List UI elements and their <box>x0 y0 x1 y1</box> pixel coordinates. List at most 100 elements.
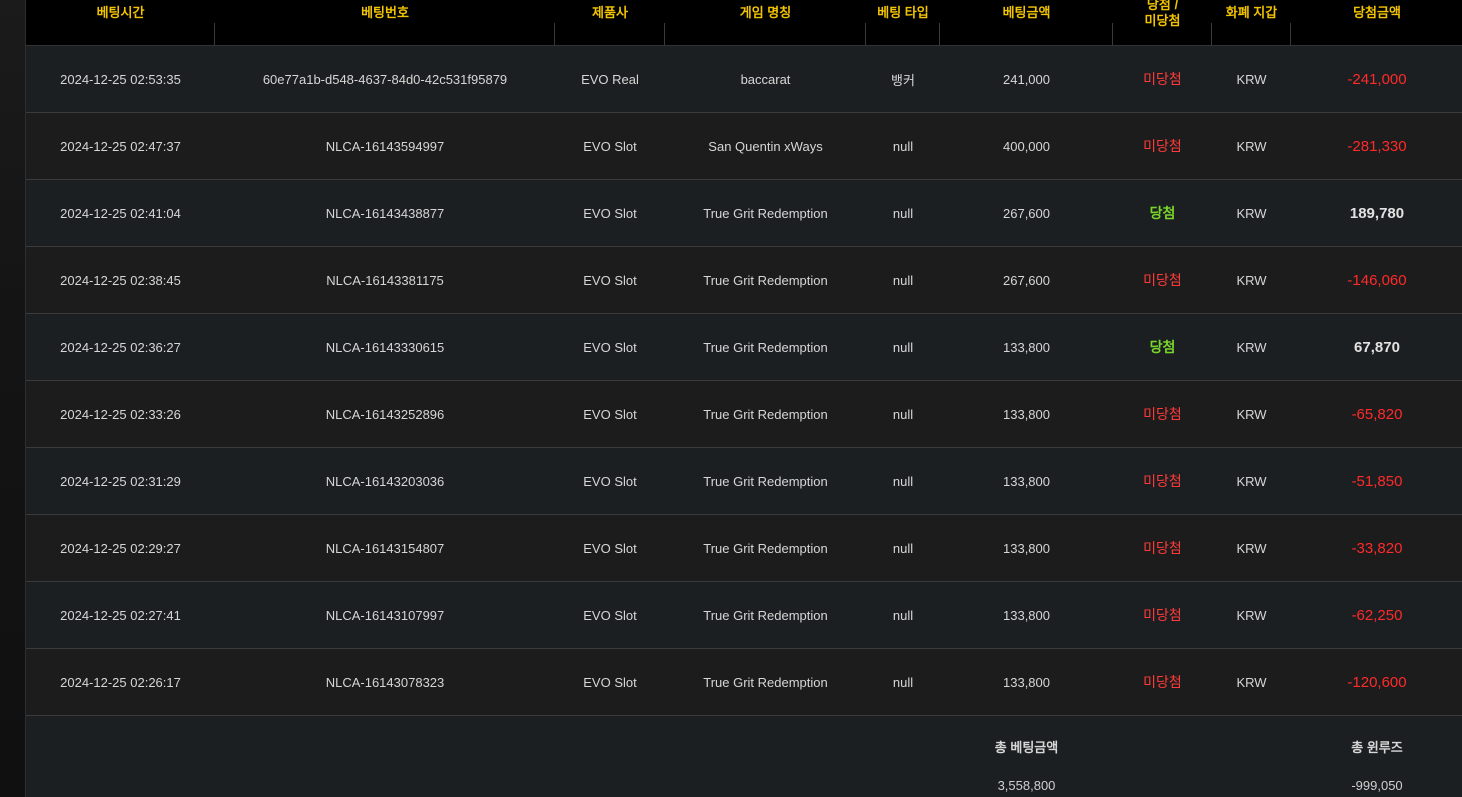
col-header-time[interactable]: 베팅시간 <box>26 0 215 46</box>
cell-bet-type-text: null <box>892 674 914 690</box>
cell-provider: EVO Slot <box>555 581 665 649</box>
cell-game-text: True Grit Redemption <box>703 339 828 355</box>
cell-bet-type: null <box>866 514 940 582</box>
cell-bet-id-text: NLCA-16143381175 <box>326 272 444 288</box>
cell-bet-type-text: null <box>892 607 914 623</box>
cell-provider-text: EVO Real <box>581 71 639 87</box>
cell-provider-text: EVO Slot <box>583 607 637 623</box>
table-row[interactable]: 2024-12-25 02:27:41 NLCA-16143107997 EVO S… <box>26 581 1462 649</box>
cell-game-text: True Grit Redemption <box>703 540 828 556</box>
col-header-result[interactable]: 당첨 / 미당첨 <box>1113 0 1212 46</box>
cell-game: True Grit Redemption <box>665 648 866 716</box>
table-row[interactable]: 2024-12-25 02:29:27 NLCA-16143154807 EVO S… <box>26 514 1462 582</box>
cell-result-text: 미당첨 <box>1143 138 1182 154</box>
table-row[interactable]: 2024-12-25 02:36:27 NLCA-16143330615 EVO S… <box>26 313 1462 381</box>
bet-history-table: 베팅시간 베팅번호 제품사 게임 명칭 베팅 타입 베팅금액 당첨 / 미당첨 … <box>26 0 1462 797</box>
cell-amount: 400,000 <box>940 112 1113 180</box>
table-row[interactable]: 2024-12-25 02:47:37 NLCA-16143594997 EVO S… <box>26 112 1462 180</box>
table-header: 베팅시간 베팅번호 제품사 게임 명칭 베팅 타입 베팅금액 당첨 / 미당첨 … <box>26 0 1462 46</box>
cell-time: 2024-12-25 02:41:04 <box>26 179 215 247</box>
cell-time: 2024-12-25 02:33:26 <box>26 380 215 448</box>
table-row[interactable]: 2024-12-25 02:38:45 NLCA-16143381175 EVO S… <box>26 246 1462 314</box>
cell-game: San Quentin xWays <box>665 112 866 180</box>
cell-currency: KRW <box>1212 179 1291 247</box>
cell-time-text: 2024-12-25 02:53:35 <box>60 71 181 87</box>
table-row[interactable]: 2024-12-25 02:53:35 60e77a1b-d548-4637-84… <box>26 45 1462 113</box>
cell-provider: EVO Slot <box>555 246 665 314</box>
cell-game-text: baccarat <box>740 71 791 87</box>
cell-time-text: 2024-12-25 02:41:04 <box>60 205 181 221</box>
cell-currency: KRW <box>1212 313 1291 381</box>
cell-time-text: 2024-12-25 02:36:27 <box>60 339 181 355</box>
cell-payout-text: -51,850 <box>1351 472 1403 490</box>
col-header-bet-id[interactable]: 베팅번호 <box>215 0 555 46</box>
cell-result: 미당첨 <box>1113 514 1212 582</box>
table-row[interactable]: 2024-12-25 02:31:29 NLCA-16143203036 EVO S… <box>26 447 1462 515</box>
cell-time-text: 2024-12-25 02:47:37 <box>60 138 181 154</box>
col-header-bet-type[interactable]: 베팅 타입 <box>866 0 940 46</box>
cell-time: 2024-12-25 02:53:35 <box>26 45 215 113</box>
cell-amount-text: 133,800 <box>1003 540 1050 556</box>
cell-time-text: 2024-12-25 02:33:26 <box>60 406 181 422</box>
cell-game-text: San Quentin xWays <box>708 138 823 154</box>
total-winloss-value: -999,050 <box>1351 778 1403 793</box>
cell-bet-type-text: null <box>892 272 914 288</box>
cell-bet-id-text: NLCA-16143330615 <box>325 339 445 355</box>
cell-payout: -146,060 <box>1291 246 1462 314</box>
cell-bet-id: 60e77a1b-d548-4637-84d0-42c531f95879 <box>215 45 555 113</box>
cell-bet-id-text: NLCA-16143154807 <box>325 540 445 556</box>
left-panel-edge <box>0 0 25 797</box>
cell-time: 2024-12-25 02:31:29 <box>26 447 215 515</box>
cell-currency: KRW <box>1212 648 1291 716</box>
col-header-payout[interactable]: 당첨금액 <box>1291 0 1462 46</box>
bet-history-panel: 베팅시간 베팅번호 제품사 게임 명칭 베팅 타입 베팅금액 당첨 / 미당첨 … <box>25 0 1462 797</box>
cell-payout-text: -241,000 <box>1347 70 1407 88</box>
cell-amount-text: 133,800 <box>1003 607 1050 623</box>
col-header-provider[interactable]: 제품사 <box>555 0 665 46</box>
cell-currency-text: KRW <box>1236 205 1267 221</box>
table-row[interactable]: 2024-12-25 02:26:17 NLCA-16143078323 EVO S… <box>26 648 1462 716</box>
cell-amount-text: 133,800 <box>1003 339 1050 355</box>
cell-result-text: 당첨 <box>1149 205 1176 221</box>
cell-currency: KRW <box>1212 514 1291 582</box>
cell-bet-type-text: 뱅커 <box>891 72 915 88</box>
cell-result: 미당첨 <box>1113 447 1212 515</box>
cell-bet-type-text: null <box>892 406 914 422</box>
cell-payout-text: -146,060 <box>1347 271 1407 289</box>
cell-amount: 133,800 <box>940 581 1113 649</box>
col-header-amount[interactable]: 베팅금액 <box>940 0 1113 46</box>
cell-provider-text: EVO Slot <box>583 406 637 422</box>
cell-time: 2024-12-25 02:38:45 <box>26 246 215 314</box>
cell-provider: EVO Slot <box>555 112 665 180</box>
cell-bet-id-text: 60e77a1b-d548-4637-84d0-42c531f95879 <box>262 71 508 87</box>
cell-bet-type: null <box>866 313 940 381</box>
cell-provider: EVO Slot <box>555 447 665 515</box>
cell-currency: KRW <box>1212 581 1291 649</box>
cell-bet-id-text: NLCA-16143252896 <box>325 406 445 422</box>
col-header-currency[interactable]: 화폐 지갑 <box>1212 0 1291 46</box>
table-row[interactable]: 2024-12-25 02:41:04 NLCA-16143438877 EVO S… <box>26 179 1462 247</box>
cell-time-text: 2024-12-25 02:31:29 <box>60 473 181 489</box>
table-row[interactable]: 2024-12-25 02:33:26 NLCA-16143252896 EVO S… <box>26 380 1462 448</box>
cell-amount: 133,800 <box>940 514 1113 582</box>
cell-payout: -51,850 <box>1291 447 1462 515</box>
cell-bet-type-text: null <box>892 339 914 355</box>
cell-bet-id: NLCA-16143594997 <box>215 112 555 180</box>
cell-payout: -120,600 <box>1291 648 1462 716</box>
cell-bet-id: NLCA-16143107997 <box>215 581 555 649</box>
cell-payout-text: 189,780 <box>1349 204 1405 222</box>
cell-amount-text: 400,000 <box>1003 138 1050 154</box>
cell-provider: EVO Slot <box>555 648 665 716</box>
cell-amount-text: 267,600 <box>1003 272 1050 288</box>
cell-payout-text: -62,250 <box>1351 606 1403 624</box>
cell-currency-text: KRW <box>1236 272 1267 288</box>
summary-empty-cell <box>1113 715 1212 797</box>
summary-total-winloss: 총 윈루즈 -999,050 <box>1291 715 1462 797</box>
total-bet-label: 총 베팅금액 <box>994 740 1059 755</box>
cell-amount-text: 133,800 <box>1003 406 1050 422</box>
cell-amount-text: 267,600 <box>1003 205 1050 221</box>
cell-provider-text: EVO Slot <box>583 205 637 221</box>
col-header-game[interactable]: 게임 명칭 <box>665 0 866 46</box>
cell-amount: 133,800 <box>940 648 1113 716</box>
cell-provider-text: EVO Slot <box>583 339 637 355</box>
